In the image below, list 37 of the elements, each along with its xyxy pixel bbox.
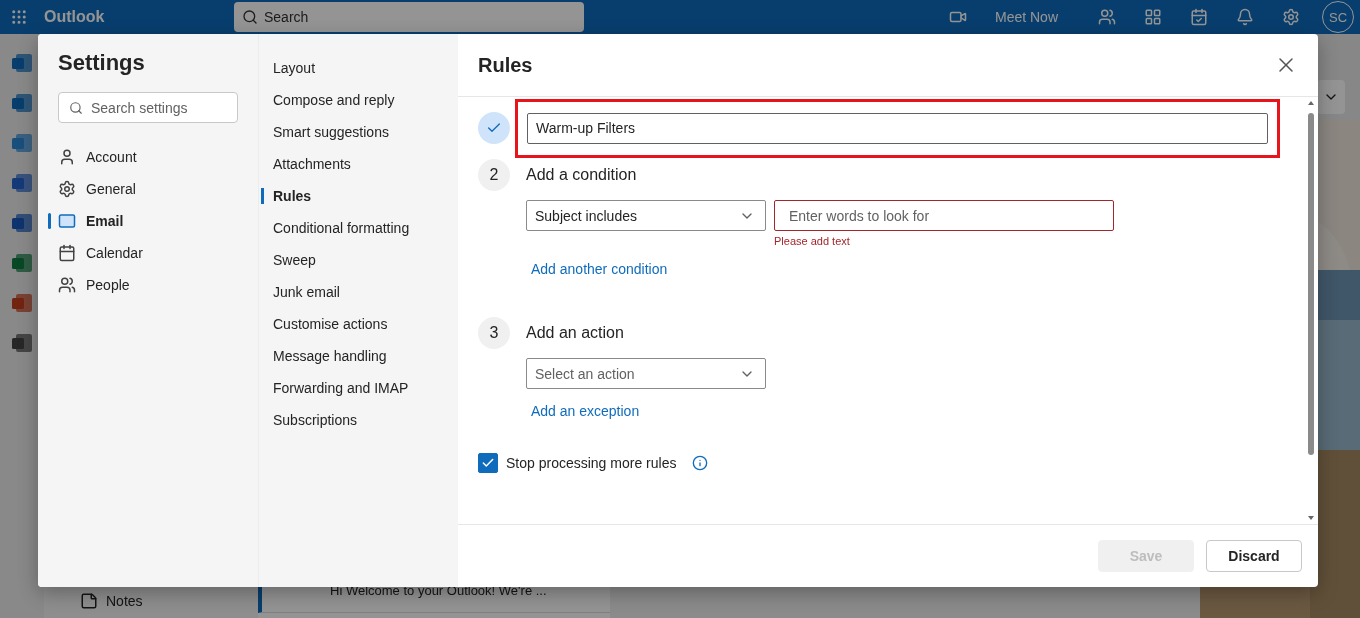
settings-category[interactable]: Calendar [48, 237, 238, 269]
meet-now-button[interactable]: Meet Now [994, 9, 1058, 25]
settings-title: Settings [58, 50, 146, 76]
settings-category[interactable]: Email [48, 205, 238, 237]
step-number: 3 [478, 317, 510, 349]
settings-category[interactable]: People [48, 269, 238, 301]
step-title: Add an action [526, 323, 625, 343]
settings-section[interactable]: Sweep [261, 244, 458, 276]
settings-section[interactable]: Forwarding and IMAP [261, 372, 458, 404]
checkbox-label: Stop processing more rules [506, 455, 677, 471]
settings-section[interactable]: Junk email [261, 276, 458, 308]
step-title: Add a condition [526, 165, 638, 185]
settings-category[interactable]: Account [48, 141, 238, 173]
add-condition-link[interactable]: Add another condition [531, 261, 668, 277]
settings-section[interactable]: Compose and reply [261, 84, 458, 116]
search-field[interactable]: Search [234, 2, 584, 32]
settings-section[interactable]: Customise actions [261, 308, 458, 340]
settings-section[interactable]: Attachments [261, 148, 458, 180]
condition-select[interactable]: Subject includes [526, 200, 766, 231]
discard-button[interactable]: Discard [1206, 540, 1302, 572]
settings-section[interactable]: Rules [261, 180, 458, 212]
settings-section[interactable]: Smart suggestions [261, 116, 458, 148]
words-field[interactable]: Enter words to look for [774, 200, 1114, 231]
app-title: Outlook [44, 8, 106, 26]
search-settings-field[interactable]: Search settings [58, 92, 238, 123]
error-message: Please add text [774, 235, 851, 247]
add-exception-link[interactable]: Add an exception [531, 403, 640, 419]
rule-name-field[interactable]: Warm-up Filters [527, 112, 1268, 144]
settings-category[interactable]: General [48, 173, 238, 205]
action-select[interactable]: Select an action [526, 358, 766, 389]
notes-item[interactable]: Notes [80, 592, 258, 610]
settings-section[interactable]: Message handling [261, 340, 458, 372]
step-number: 2 [478, 159, 510, 191]
settings-section[interactable]: Subscriptions [261, 404, 458, 436]
settings-section[interactable]: Layout [261, 52, 458, 84]
panel-title: Rules [478, 53, 533, 77]
settings-section[interactable]: Conditional formatting [261, 212, 458, 244]
